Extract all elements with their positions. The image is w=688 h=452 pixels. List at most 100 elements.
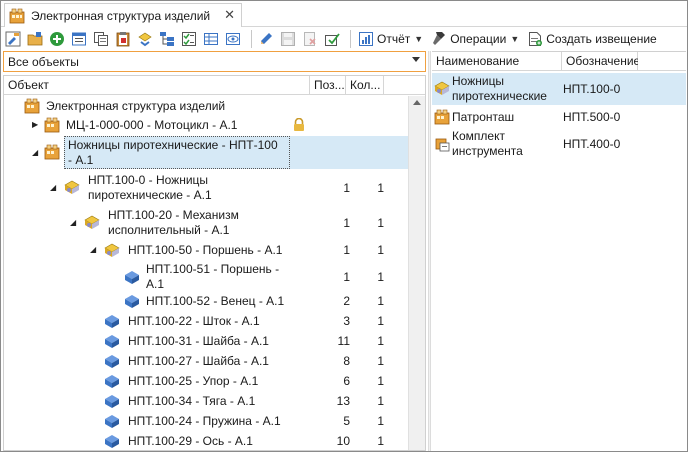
tree-row-label: НПТ.100-0 - Ножницы [88,173,209,187]
tree-row-npt-100-50[interactable]: ◢ НПТ.100-50 - Поршень - А.1 1 1 [4,242,408,259]
tree-row-npt-100-24[interactable]: НПТ.100-24 - Пружина - А.1 5 1 [4,413,408,430]
quantity-cell: 1 [377,270,384,284]
chevron-down-icon: ▼ [510,34,520,44]
position-cell: 1 [343,243,350,257]
preview-icon[interactable] [224,30,242,48]
list-row-bandolier[interactable]: Патронташ НПТ.500-0 [432,108,686,126]
part-icon [105,355,119,368]
report-button[interactable]: Отчёт ▼ [356,29,425,49]
quantity-cell: 1 [377,394,384,408]
properties-icon[interactable] [70,30,88,48]
tree-row-label-continued: исполнительный - А.1 [108,223,230,237]
part-icon [105,415,119,428]
apply-changes-icon[interactable] [323,30,341,48]
list-cell-name-continued: инструмента [452,144,523,158]
column-header-designation[interactable]: Обозначение [562,52,640,71]
tree-row-npt-100-29[interactable]: НПТ.100-29 - Ось - А.1 10 1 [4,433,408,450]
quantity-cell: 1 [377,181,384,195]
collapse-arrow-icon[interactable]: ◢ [32,149,40,157]
object-filter-select[interactable]: Все объекты [3,51,426,72]
collapse-arrow-icon[interactable]: ◢ [90,246,98,254]
structure-tree-grid: Объект Поз... Кол... Электронная структу… [3,75,426,451]
tree-row-label: НПТ.100-20 - Механизм [108,208,239,222]
quantity-cell: 1 [377,243,384,257]
tree-row-npt-100-52[interactable]: НПТ.100-52 - Венец - А.1 2 1 [4,293,408,310]
tree-row-label: НПТ.100-50 - Поршень - А.1 [128,243,283,257]
operations-label: Операции [450,32,507,46]
position-cell: 11 [337,334,350,348]
tree-row-npt-100-25[interactable]: НПТ.100-25 - Упор - А.1 6 1 [4,373,408,390]
tree-row-npt-100-34[interactable]: НПТ.100-34 - Тяга - А.1 13 1 [4,393,408,410]
tree-row-root[interactable]: Электронная структура изделий [4,98,408,115]
toolbar: Отчёт ▼ Операции ▼ Создать извещение [1,28,687,50]
tree-row-label: Ножницы пиротехнические - НПТ-100 [68,138,278,152]
column-header-position[interactable]: Поз... [310,76,346,95]
collapse-arrow-icon[interactable]: ◢ [50,184,58,192]
part-icon [105,375,119,388]
tab-title: Электронная структура изделий [31,8,211,23]
column-header-quantity[interactable]: Кол... [346,76,384,95]
product-structure-icon [24,98,40,114]
tree-structure-icon[interactable] [158,30,176,48]
tree-vertical-scrollbar[interactable] [408,96,425,450]
tree-row-npt-100-0[interactable]: ◢ НПТ.100-0 - Ножницы пиротехнические - … [4,172,408,204]
tree-row-npt-100-20[interactable]: ◢ НПТ.100-20 - Механизм исполнительный -… [4,207,408,239]
open-folder-icon[interactable] [26,30,44,48]
tree-row-npt-100-51[interactable]: НПТ.100-51 - Поршень - А.1 1 1 [4,261,408,293]
scroll-up-arrow-icon[interactable] [413,100,421,105]
toolbar-separator [251,30,252,48]
tree-row-npt-100-22[interactable]: НПТ.100-22 - Шток - А.1 3 1 [4,313,408,330]
operations-button[interactable]: Операции ▼ [429,29,521,49]
tab-product-structure[interactable]: Электронная структура изделий ✕ [4,3,242,27]
quantity-cell: 1 [377,434,384,448]
quantity-cell: 1 [377,374,384,388]
close-icon[interactable]: ✕ [224,7,235,23]
list-row-tool-kit[interactable]: Комплект инструмента НПТ.400-0 [432,128,686,160]
list-row-scissors[interactable]: Ножницы пиротехнические НПТ.100-0 [432,73,686,105]
tree-row-motorcycle[interactable]: ▶ МЦ-1-000-000 - Мотоцикл - А.1 [4,117,408,134]
panel-splitter[interactable] [428,51,431,451]
tree-row-scissors-selected[interactable]: ◢ Ножницы пиротехнические - НПТ-100 - А.… [4,136,408,169]
tree-row-npt-100-27[interactable]: НПТ.100-27 - Шайба - А.1 8 1 [4,353,408,370]
collapse-arrow-icon[interactable]: ◢ [70,219,78,227]
tree-row-label: НПТ.100-25 - Упор - А.1 [128,374,259,388]
list-cell-name: Комплект [452,129,505,143]
checklist-icon[interactable] [180,30,198,48]
edit-pencil-icon[interactable] [257,30,275,48]
product-structure-icon [44,144,60,160]
part-icon [105,435,119,448]
move-icon[interactable] [136,30,154,48]
add-icon[interactable] [48,30,66,48]
product-structure-icon [9,8,25,23]
position-cell: 2 [343,294,350,308]
create-notice-label: Создать извещение [546,32,657,46]
chevron-down-icon[interactable] [412,57,420,62]
product-structure-icon [44,117,60,133]
column-header-name[interactable]: Наименование [432,52,562,71]
kit-icon [435,138,450,152]
tree-row-label-continued: пиротехнические - А.1 [88,188,212,202]
tree-row-label: НПТ.100-34 - Тяга - А.1 [128,394,256,408]
list-cell-name: Ножницы [452,74,505,88]
save-disabled-icon[interactable] [279,30,297,48]
delete-disabled-icon[interactable] [301,30,319,48]
tree-header: Объект Поз... Кол... [4,76,425,95]
tree-row-label: НПТ.100-51 - Поршень - [146,262,280,276]
part-icon [125,295,139,308]
toolbar-separator [350,30,351,48]
table-view-icon[interactable] [202,30,220,48]
clipboard-icon[interactable] [114,30,132,48]
quantity-cell: 1 [377,334,384,348]
tree-row-npt-100-31[interactable]: НПТ.100-31 - Шайба - А.1 11 1 [4,333,408,350]
report-icon [359,32,373,46]
position-cell: 8 [343,354,350,368]
column-header-empty [638,52,686,71]
copy-icon[interactable] [92,30,110,48]
assembly-icon [434,81,450,95]
list-cell-name-continued: пиротехнические [452,89,547,103]
expand-arrow-icon[interactable]: ▶ [32,121,40,129]
tree-row-label: НПТ.100-22 - Шток - А.1 [128,314,260,328]
column-header-object[interactable]: Объект [4,76,310,95]
create-notice-button[interactable]: Создать извещение [525,29,658,49]
settings-tool-icon[interactable] [4,30,22,48]
